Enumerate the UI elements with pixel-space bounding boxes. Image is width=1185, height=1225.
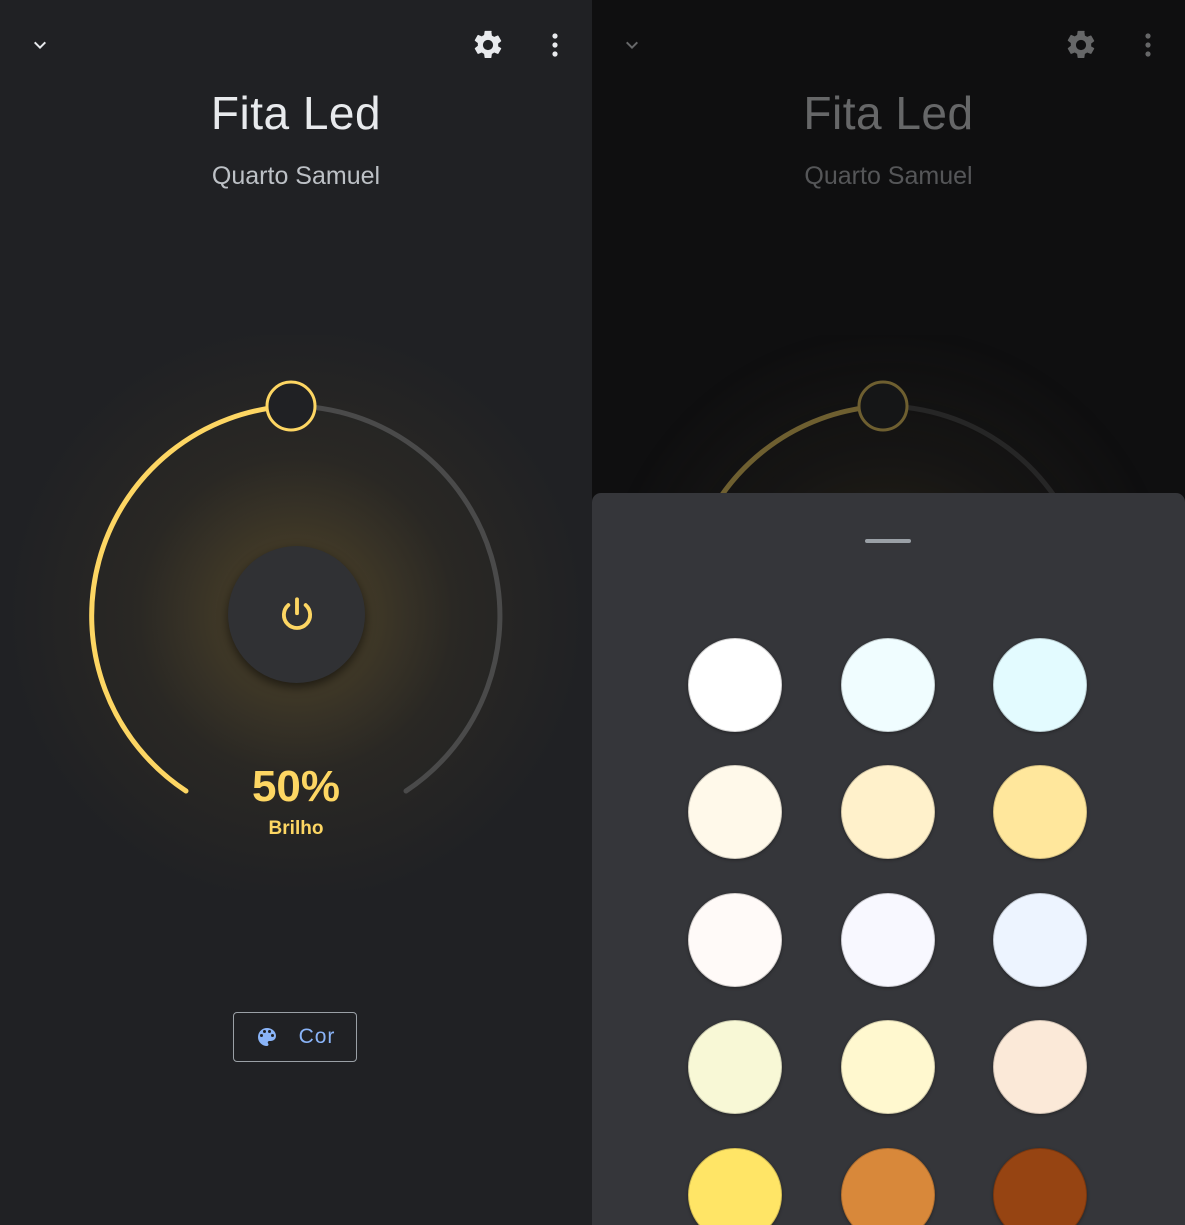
- color-picker-screen: Fita Led Quarto Samuel: [592, 0, 1185, 1225]
- color-swatch[interactable]: [993, 765, 1087, 859]
- color-swatch[interactable]: [841, 1020, 935, 1114]
- color-swatch[interactable]: [688, 638, 782, 732]
- color-button[interactable]: Cor: [233, 1012, 357, 1062]
- color-swatch[interactable]: [688, 1020, 782, 1114]
- color-swatch[interactable]: [841, 638, 935, 732]
- color-swatch[interactable]: [993, 1148, 1087, 1225]
- power-icon: [281, 596, 312, 630]
- color-swatch[interactable]: [993, 893, 1087, 987]
- brightness-label: Brilho: [268, 818, 324, 839]
- color-swatch[interactable]: [688, 1148, 782, 1225]
- brightness-value: 50%: [251, 762, 341, 811]
- sheet-drag-handle[interactable]: [865, 539, 911, 543]
- color-swatch[interactable]: [688, 893, 782, 987]
- brightness-slider-thumb: [265, 380, 317, 432]
- color-swatch[interactable]: [993, 1020, 1087, 1114]
- color-swatch[interactable]: [688, 765, 782, 859]
- power-button[interactable]: [228, 546, 365, 683]
- color-button-label: Cor: [298, 1025, 336, 1048]
- color-swatch[interactable]: [993, 638, 1087, 732]
- color-swatch[interactable]: [841, 765, 935, 859]
- device-control-panel: Fita Led Quarto Samuel 50% Brilho Cor: [0, 0, 592, 1225]
- color-swatch[interactable]: [841, 893, 935, 987]
- color-swatch[interactable]: [841, 1148, 935, 1225]
- color-bottom-sheet: [592, 493, 1185, 1225]
- palette-icon: [257, 1028, 276, 1046]
